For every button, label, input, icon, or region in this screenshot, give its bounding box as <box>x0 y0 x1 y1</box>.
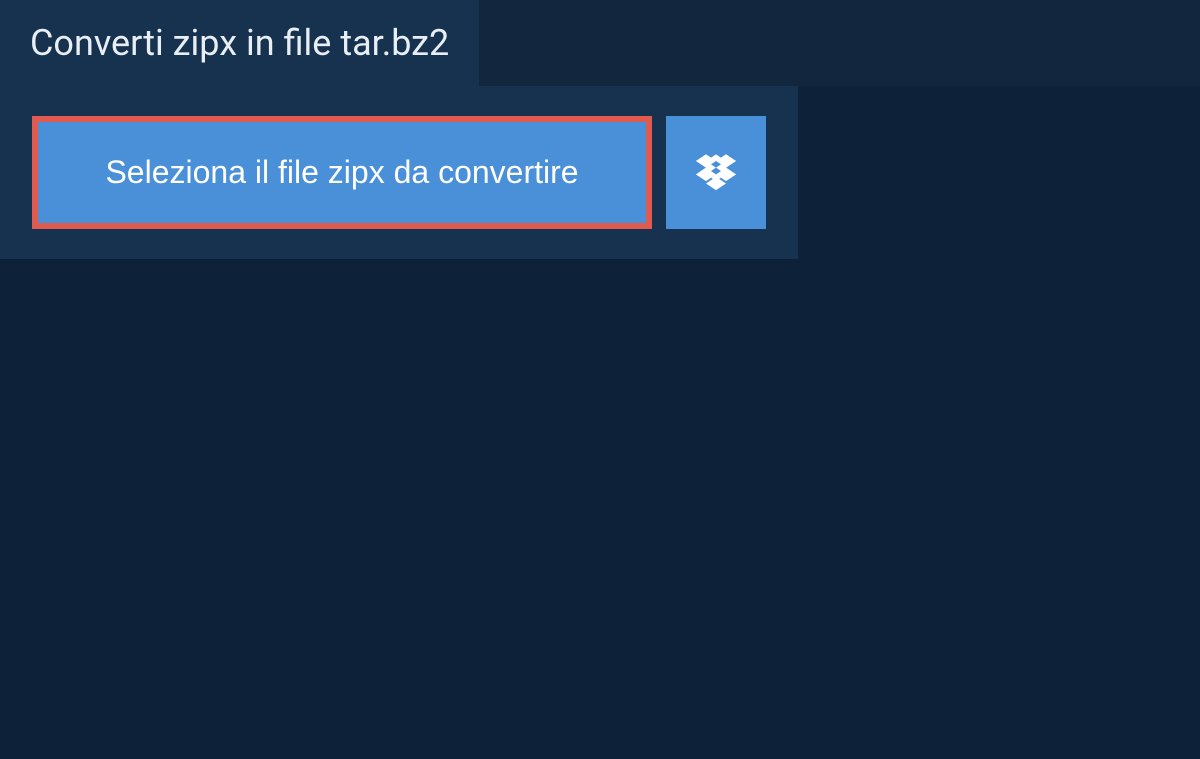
select-file-button[interactable]: Seleziona il file zipx da convertire <box>32 116 652 229</box>
bottom-area <box>0 259 1200 759</box>
page-title-tab: Converti zipx in file tar.bz2 <box>0 0 479 86</box>
page-title: Converti zipx in file tar.bz2 <box>30 22 449 64</box>
content-panel: Seleziona il file zipx da convertire <box>0 86 798 259</box>
header-area: Converti zipx in file tar.bz2 <box>0 0 1200 86</box>
button-group: Seleziona il file zipx da convertire <box>32 116 766 229</box>
select-file-button-label: Seleziona il file zipx da convertire <box>105 154 578 191</box>
dropbox-icon <box>696 151 736 194</box>
dropbox-button[interactable] <box>666 116 766 229</box>
